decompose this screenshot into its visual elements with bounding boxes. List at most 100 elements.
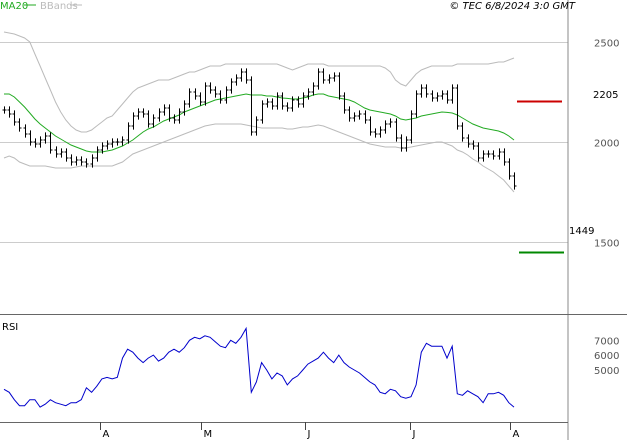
price-bar bbox=[368, 116, 373, 136]
rsi-tick-label: 5000 bbox=[594, 366, 619, 377]
price-bar bbox=[126, 122, 131, 144]
price-bar bbox=[203, 82, 208, 106]
price-bar bbox=[208, 82, 213, 94]
y-tick-label: 2000 bbox=[594, 139, 619, 150]
rsi-tick-label: 6000 bbox=[594, 351, 619, 362]
axes: 2500 2000 1500 A M J J A 7000 6000 5000 bbox=[0, 0, 627, 440]
price-bar bbox=[64, 148, 69, 162]
price-bar bbox=[12, 110, 17, 126]
price-bar bbox=[54, 146, 59, 158]
price-bar bbox=[450, 84, 455, 104]
price-bar bbox=[497, 148, 502, 160]
price-bar bbox=[265, 98, 270, 108]
grid bbox=[0, 42, 568, 243]
x-tick-label: A bbox=[103, 429, 110, 440]
bband-upper-line bbox=[3, 31, 515, 133]
price-bar bbox=[105, 140, 110, 150]
price-bar bbox=[445, 90, 450, 104]
price-bar bbox=[69, 154, 74, 166]
stock-chart: 2500 2000 1500 A M J J A 7000 6000 5000 MA20 BBand… bbox=[0, 0, 627, 440]
price-bar bbox=[260, 100, 265, 124]
price-bar bbox=[491, 150, 496, 160]
price-bar bbox=[378, 126, 383, 138]
y-tick-label: 1500 bbox=[594, 239, 619, 250]
price-bar bbox=[430, 90, 435, 102]
rsi-line bbox=[3, 326, 515, 408]
bollinger-bands bbox=[3, 31, 515, 193]
price-bar bbox=[486, 150, 491, 158]
price-bar bbox=[455, 84, 460, 130]
x-tick-label: J bbox=[412, 429, 416, 440]
chart-canvas: 2500 2000 1500 A M J J A 7000 6000 5000 MA20 BBand… bbox=[0, 0, 627, 440]
price-bar bbox=[301, 92, 306, 108]
price-bar bbox=[74, 156, 79, 166]
price-bar bbox=[363, 110, 368, 124]
rsi-tick-label: 7000 bbox=[594, 336, 619, 347]
price-bar bbox=[254, 116, 259, 136]
price-bar bbox=[162, 104, 167, 116]
price-bar bbox=[502, 148, 507, 166]
price-bar bbox=[95, 146, 100, 162]
price-bar bbox=[352, 112, 357, 122]
price-bar bbox=[157, 108, 162, 122]
legend-bbands-label: BBands bbox=[40, 1, 78, 12]
price-bar bbox=[224, 86, 229, 104]
price-bar bbox=[424, 84, 429, 98]
legend-ma20-label: MA20 bbox=[0, 1, 28, 12]
price-bar bbox=[306, 88, 311, 100]
price-bar bbox=[177, 108, 182, 124]
price-bar bbox=[115, 138, 120, 146]
price-bar bbox=[120, 136, 125, 146]
y-tick-label: 2500 bbox=[594, 39, 619, 50]
price-bar bbox=[131, 112, 136, 130]
price-bar bbox=[321, 68, 326, 84]
price-bar bbox=[280, 92, 285, 110]
price-bar bbox=[23, 124, 28, 138]
price-bar bbox=[59, 148, 64, 158]
price-bar bbox=[136, 108, 141, 120]
price-bar bbox=[404, 136, 409, 152]
source-label: © TEC 6/8/2024 3:0 GMT bbox=[449, 1, 576, 12]
price-bar bbox=[394, 118, 399, 142]
price-bar bbox=[2, 106, 7, 114]
price-bar bbox=[419, 84, 424, 98]
price-bar bbox=[7, 106, 12, 118]
price-bar bbox=[435, 92, 440, 102]
rsi-title: RSI bbox=[2, 322, 18, 333]
x-tick-label: A bbox=[513, 429, 520, 440]
price-bar bbox=[332, 72, 337, 82]
price-bar bbox=[229, 78, 234, 94]
price-bar bbox=[193, 88, 198, 100]
price-bar bbox=[275, 92, 280, 110]
price-bar bbox=[414, 90, 419, 118]
price-bar bbox=[213, 86, 218, 98]
rsi-layer bbox=[3, 326, 515, 408]
price-bars bbox=[2, 68, 517, 190]
x-tick-label: J bbox=[307, 429, 311, 440]
price-bar bbox=[357, 110, 362, 120]
price-bar bbox=[481, 150, 486, 162]
price-bar bbox=[270, 98, 275, 110]
level-markers bbox=[517, 100, 564, 254]
price-bar bbox=[507, 158, 512, 180]
price-bar bbox=[327, 74, 332, 84]
level-label-support: 1449 bbox=[569, 226, 594, 237]
price-bar bbox=[234, 74, 239, 86]
price-bar bbox=[466, 134, 471, 148]
price-bar bbox=[187, 88, 192, 108]
price-bar bbox=[28, 130, 33, 146]
bband-lower-line bbox=[3, 123, 515, 193]
price-bar bbox=[218, 90, 223, 104]
price-bar bbox=[409, 110, 414, 144]
price-bar bbox=[182, 100, 187, 116]
price-bar bbox=[388, 118, 393, 128]
price-bar bbox=[383, 120, 388, 134]
ma20-layer bbox=[4, 93, 515, 153]
price-bar bbox=[342, 92, 347, 114]
level-label-resistance: 2205 bbox=[593, 90, 618, 101]
price-bar bbox=[146, 110, 151, 128]
price-bar bbox=[79, 156, 84, 166]
price-bar bbox=[460, 122, 465, 142]
price-bar bbox=[285, 102, 290, 112]
price-bar bbox=[512, 172, 517, 190]
